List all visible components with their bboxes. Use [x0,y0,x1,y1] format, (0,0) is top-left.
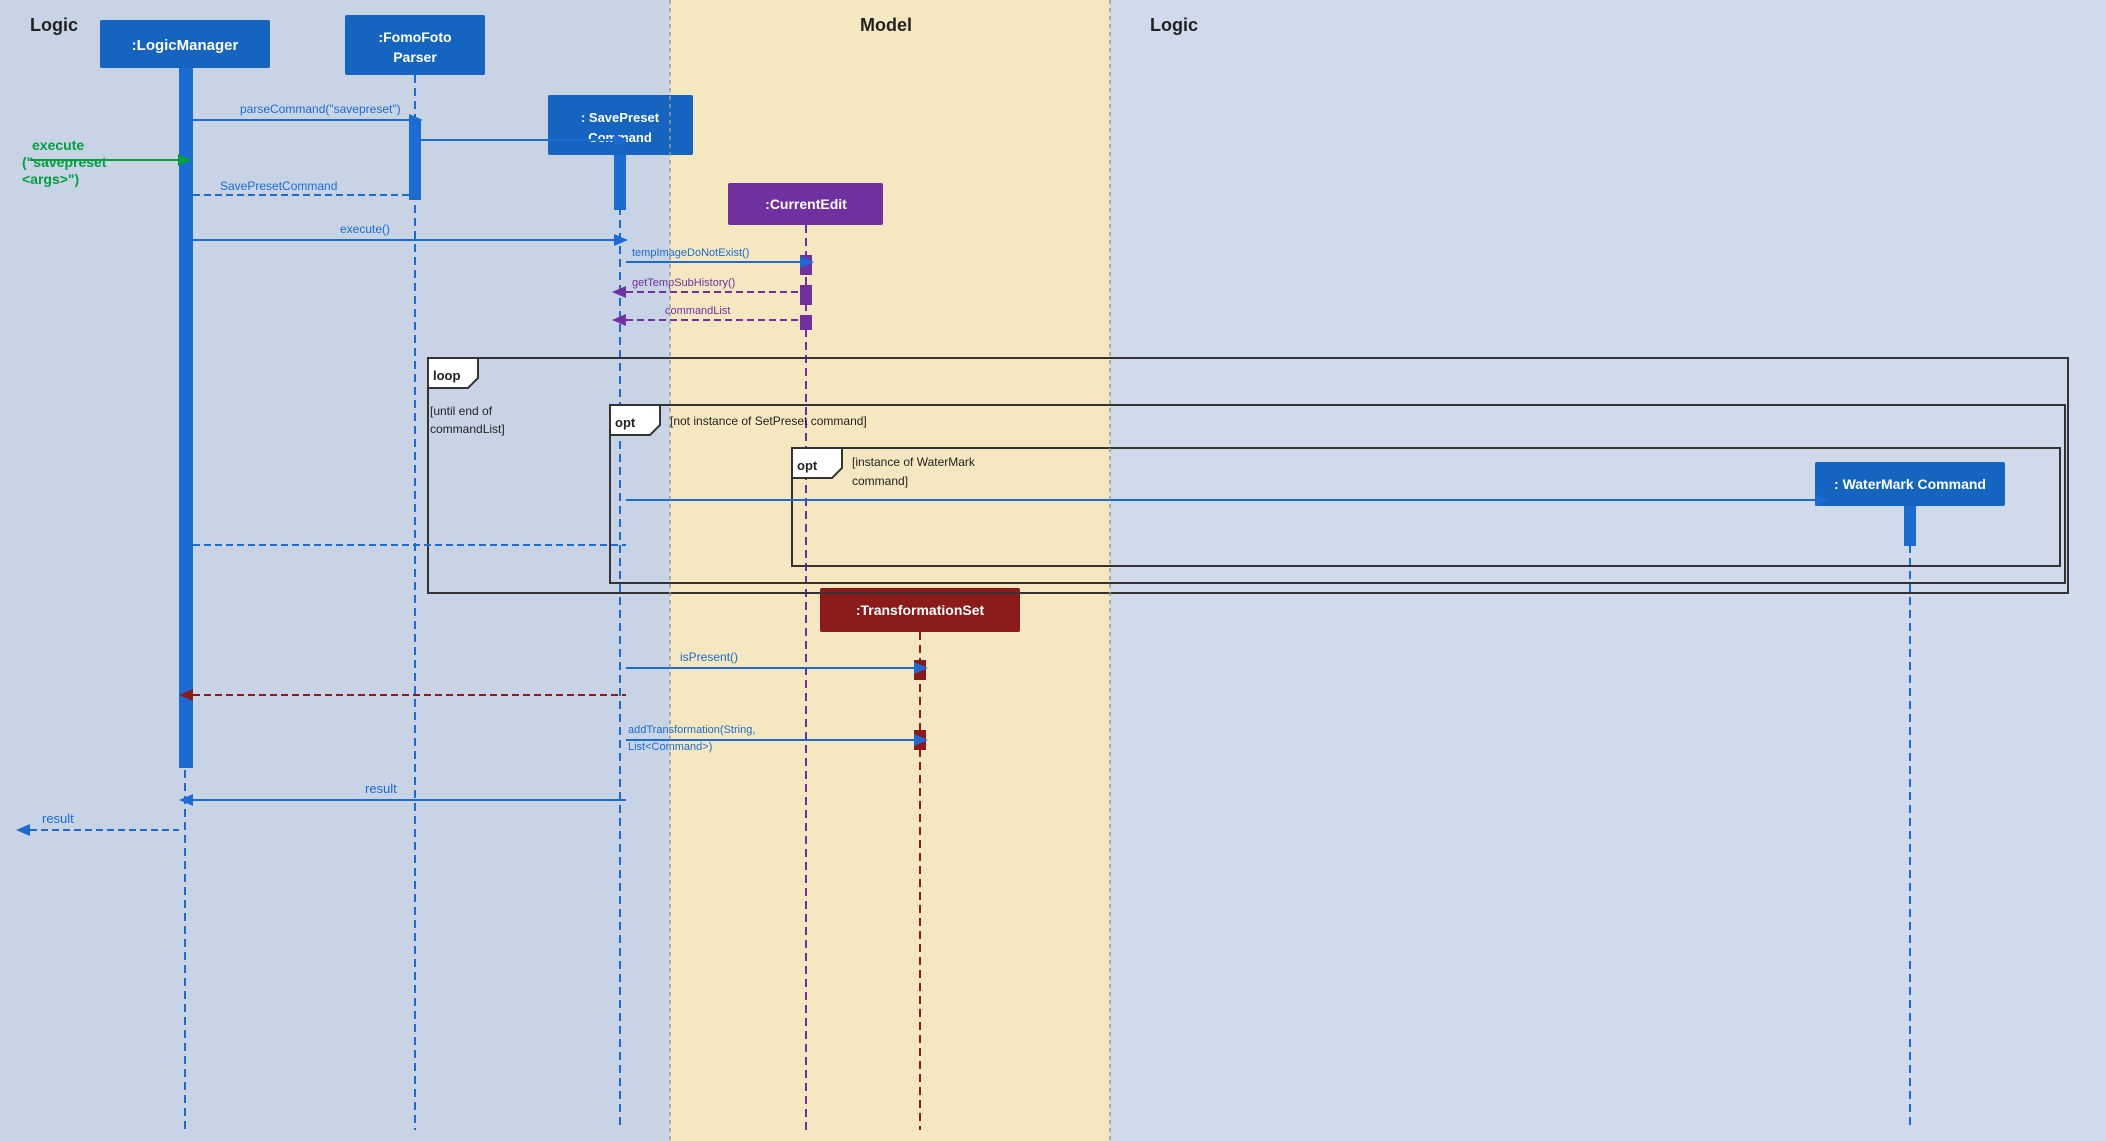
header-logic-left: Logic [30,15,78,36]
column-model [670,0,1110,1141]
lifeline-transformation-set [820,588,1020,632]
lifeline-currentedit [728,183,883,225]
lifeline-fomofoto-parser [345,15,485,75]
lifeline-savepreset-command [548,95,693,155]
header-logic-right: Logic [1150,15,1198,36]
header-model: Model [860,15,912,36]
column-logic-right [1110,0,2106,1141]
lifeline-watermark-command: : WaterMark Command [1815,462,2005,506]
column-logic-left [0,0,670,1141]
lifeline-logic-manager [100,20,270,68]
